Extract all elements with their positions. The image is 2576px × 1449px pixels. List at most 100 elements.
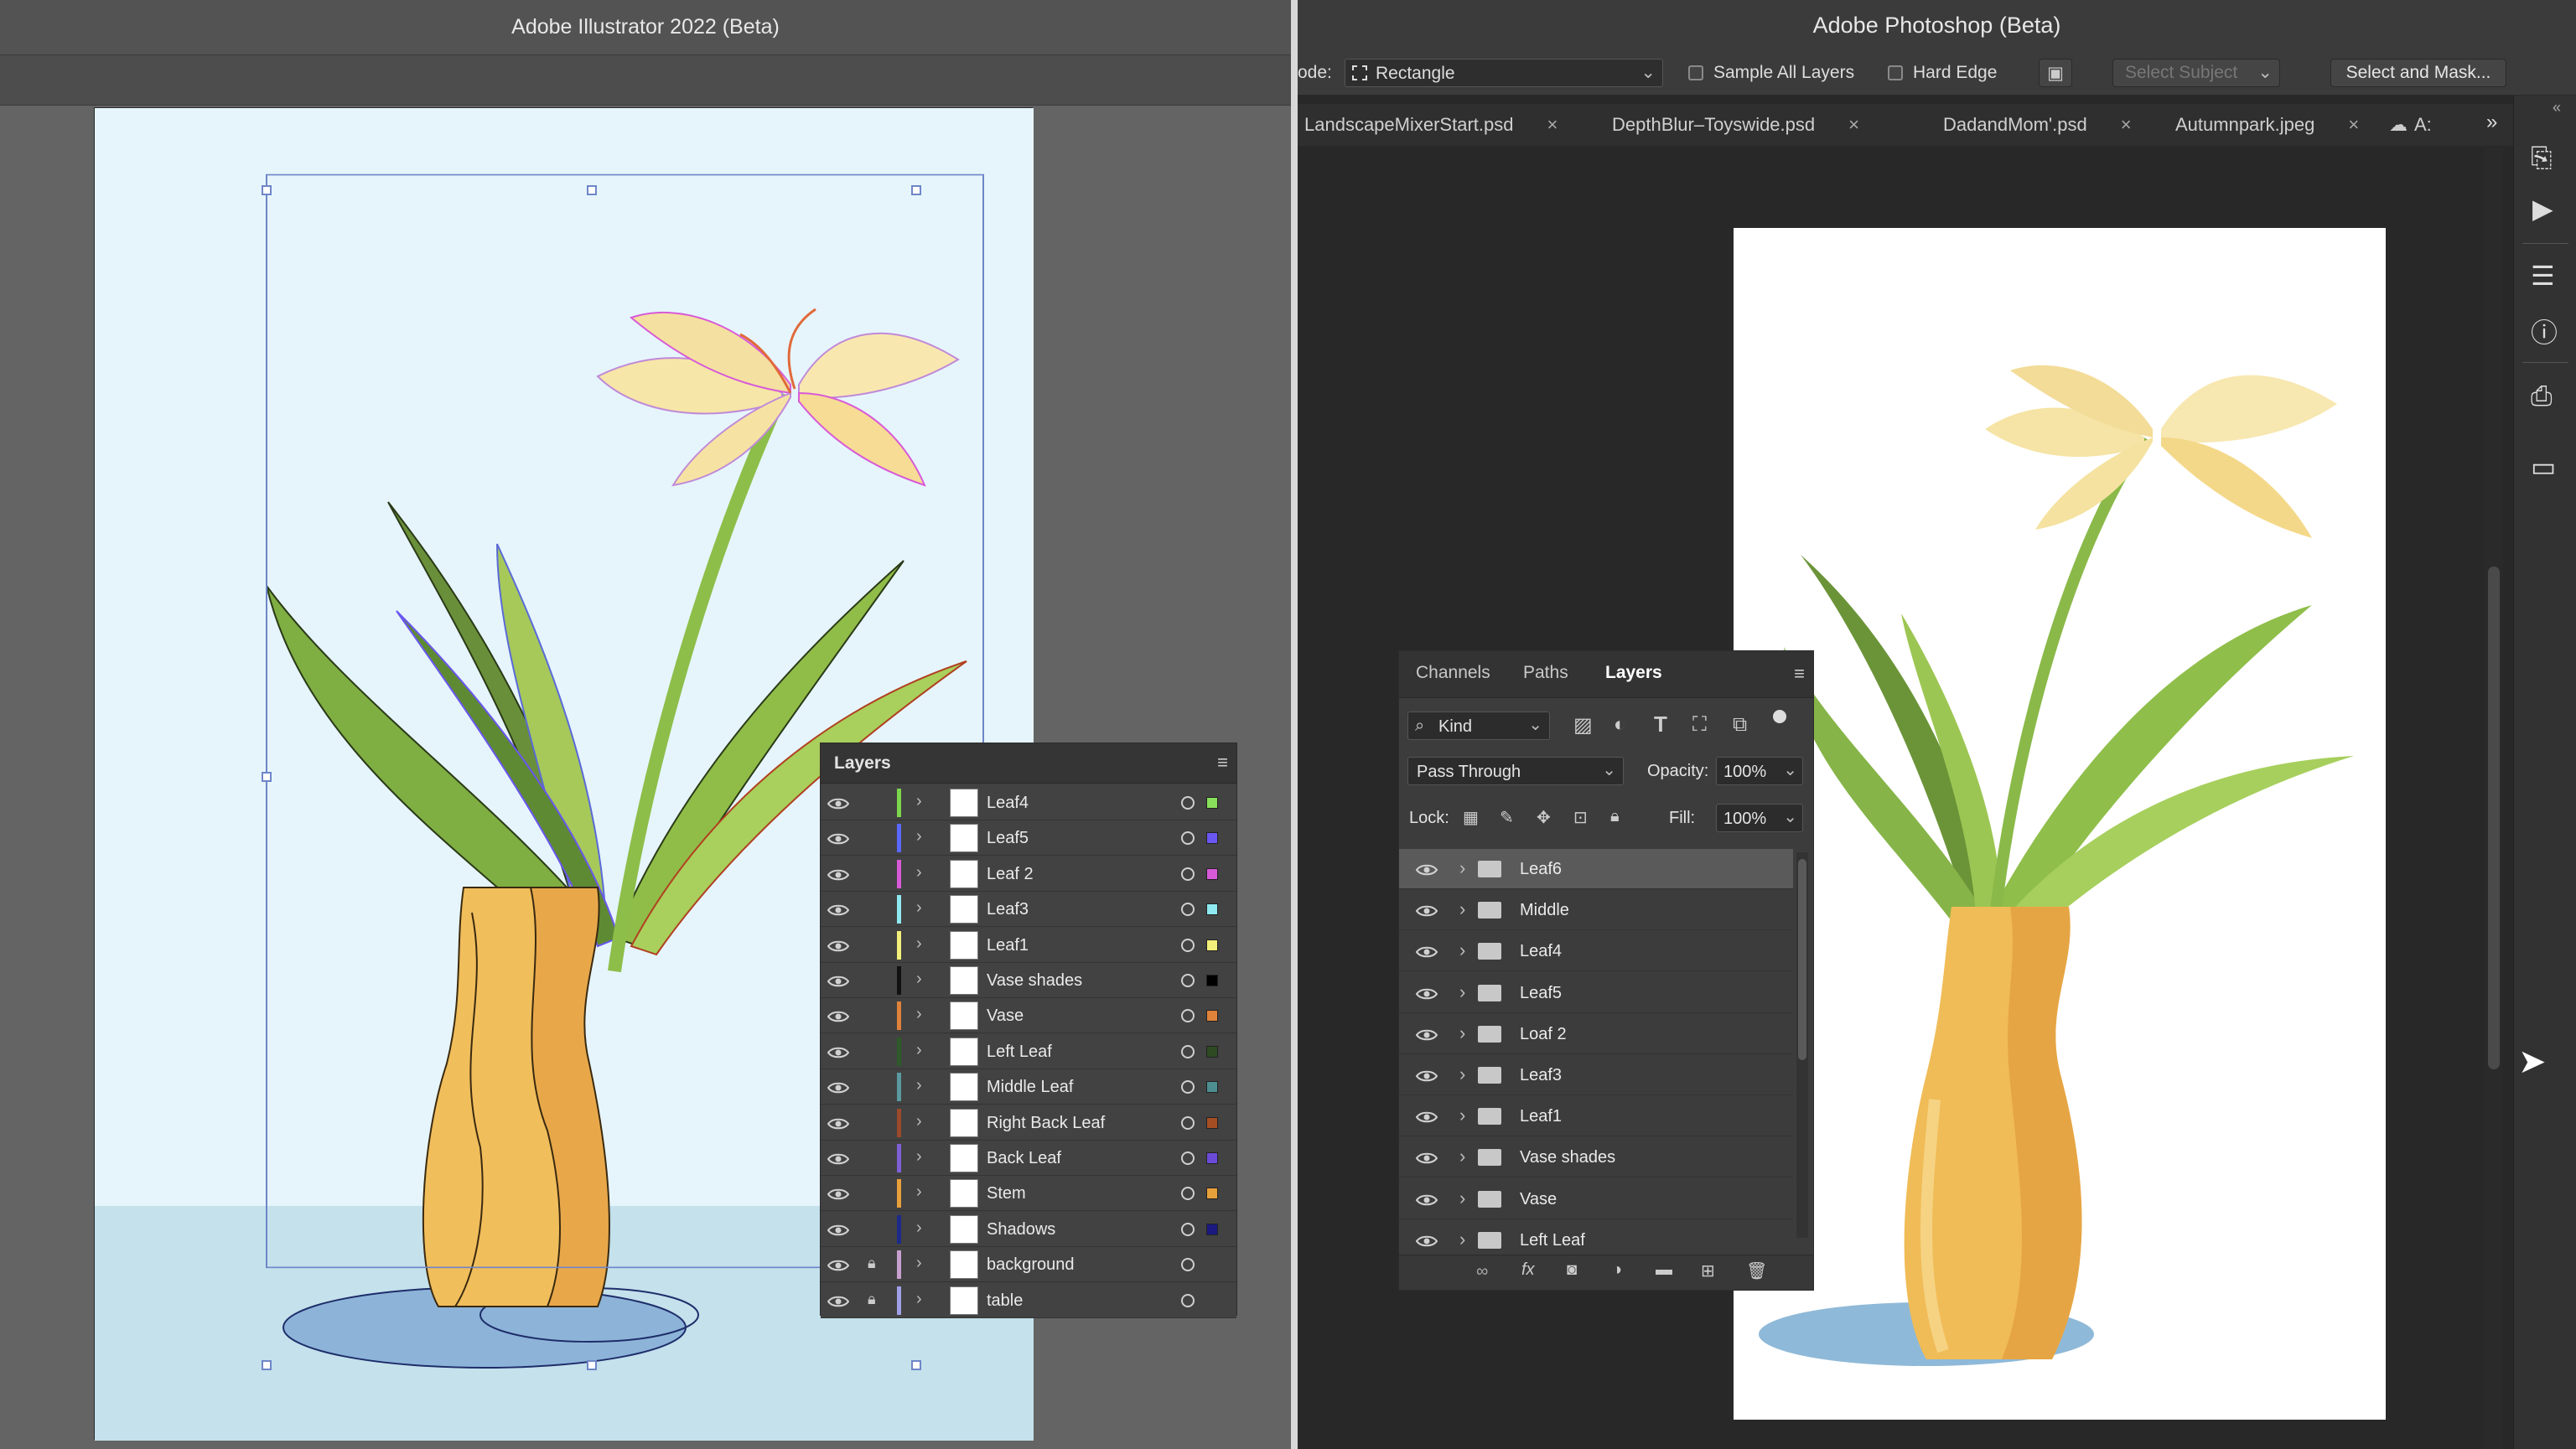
ai-layer-row[interactable]: › Right Back Leaf <box>821 1105 1236 1141</box>
expand-chevron-icon[interactable]: › <box>1459 1229 1465 1250</box>
filter-pixel-icon[interactable]: ▨ <box>1573 713 1593 737</box>
document-tab[interactable]: DepthBlur–Toyswide.psd × <box>1612 104 1859 146</box>
visibility-eye-icon[interactable] <box>827 1009 850 1028</box>
filter-shape-icon[interactable]: ⛶ <box>1692 713 1707 737</box>
visibility-eye-icon[interactable] <box>1415 862 1438 882</box>
ai-layer-row[interactable]: › Leaf4 <box>821 785 1236 820</box>
filter-toggle-icon[interactable] <box>1773 710 1786 723</box>
visibility-eye-icon[interactable] <box>827 974 850 993</box>
scrollbar-thumb[interactable] <box>2488 567 2500 1069</box>
expand-chevron-icon[interactable]: › <box>1459 1063 1465 1085</box>
target-circle-icon[interactable] <box>1181 867 1195 881</box>
document-tab[interactable]: LandscapeMixerStart.psd × <box>1304 104 1558 146</box>
target-circle-icon[interactable] <box>1181 903 1195 917</box>
expand-chevron-icon[interactable]: › <box>916 827 922 846</box>
visibility-eye-icon[interactable] <box>827 1116 850 1136</box>
ps-layer-row[interactable]: › Vase shades <box>1399 1137 1793 1178</box>
target-circle-icon[interactable] <box>1181 796 1195 810</box>
ps-layer-row[interactable]: › Leaf6 <box>1399 849 1793 889</box>
target-circle-icon[interactable] <box>1181 831 1195 846</box>
lock-position-icon[interactable]: ✥ <box>1537 807 1551 828</box>
visibility-eye-icon[interactable] <box>827 867 850 887</box>
visibility-eye-icon[interactable] <box>827 1294 850 1313</box>
visibility-eye-icon[interactable] <box>1415 1193 1438 1212</box>
expand-chevron-icon[interactable]: › <box>1459 1188 1465 1209</box>
clone-source-icon[interactable]: ⎙ <box>2531 380 2553 412</box>
visibility-eye-icon[interactable] <box>827 903 850 922</box>
ps-layer-row[interactable]: › Leaf5 <box>1399 972 1793 1013</box>
ai-layer-row[interactable]: › Left Leaf <box>821 1033 1236 1069</box>
document-tab[interactable]: Autumnpark.jpeg × <box>2175 104 2359 146</box>
fill-field[interactable]: 100% ⌄ <box>1716 804 1803 832</box>
target-circle-icon[interactable] <box>1181 1258 1195 1272</box>
ps-layer-row[interactable]: › Leaf1 <box>1399 1096 1793 1137</box>
ps-layer-row[interactable]: › Leaf3 <box>1399 1055 1793 1095</box>
target-circle-icon[interactable] <box>1181 1151 1195 1165</box>
visibility-eye-icon[interactable] <box>1415 1151 1438 1170</box>
expand-chevron-icon[interactable]: › <box>916 1112 922 1131</box>
close-icon[interactable]: × <box>1547 114 1558 136</box>
visibility-eye-icon[interactable] <box>1415 1234 1438 1253</box>
visibility-eye-icon[interactable] <box>1415 1027 1438 1047</box>
target-circle-icon[interactable] <box>1181 1080 1195 1095</box>
target-circle-icon[interactable] <box>1181 974 1195 987</box>
expand-chevron-icon[interactable]: › <box>916 1076 922 1095</box>
collapse-panel-icon[interactable]: « <box>2553 99 2561 116</box>
visibility-eye-icon[interactable] <box>1415 986 1438 1006</box>
target-circle-icon[interactable] <box>1181 1222 1195 1236</box>
lock-transparent-icon[interactable]: ▦ <box>1463 807 1479 828</box>
expand-chevron-icon[interactable]: › <box>916 934 922 954</box>
ai-layer-row[interactable]: 🔒︎ › table <box>821 1282 1236 1318</box>
target-circle-icon[interactable] <box>1181 1009 1195 1023</box>
expand-chevron-icon[interactable]: › <box>916 1041 922 1060</box>
ai-layer-row[interactable]: › Leaf5 <box>821 820 1236 856</box>
filter-type-icon[interactable]: T <box>1654 712 1667 737</box>
ai-layer-row[interactable]: › Middle Leaf <box>821 1069 1236 1105</box>
document-tab[interactable]: DadandMom'.psd × <box>1943 104 2132 146</box>
target-circle-icon[interactable] <box>1181 1044 1195 1058</box>
fx-icon[interactable]: fx <box>1521 1260 1535 1280</box>
expand-chevron-icon[interactable]: › <box>916 1290 922 1309</box>
blend-mode-select[interactable]: Pass Through ⌄ <box>1407 757 1624 785</box>
vertical-scrollbar[interactable] <box>2485 147 2503 1449</box>
target-circle-icon[interactable] <box>1181 1187 1195 1201</box>
expand-chevron-icon[interactable]: › <box>916 1147 922 1167</box>
ai-layer-row[interactable]: › Vase shades <box>821 963 1236 998</box>
expand-chevron-icon[interactable]: › <box>916 792 922 811</box>
visibility-eye-icon[interactable] <box>1415 1110 1438 1129</box>
visibility-eye-icon[interactable] <box>1415 903 1438 923</box>
expand-chevron-icon[interactable]: › <box>1459 1022 1465 1044</box>
ps-layer-row[interactable]: › Leaf4 <box>1399 931 1793 972</box>
panel-tab-layers[interactable]: Layers <box>1605 663 1662 683</box>
visibility-eye-icon[interactable] <box>827 831 850 851</box>
add-mask-icon[interactable]: ◙ <box>1567 1260 1577 1280</box>
visibility-eye-icon[interactable] <box>827 1151 850 1171</box>
ai-layer-row[interactable]: › Leaf1 <box>821 927 1236 963</box>
lock-all-icon[interactable]: 🔒︎ <box>1610 807 1620 826</box>
ai-layer-row[interactable]: › Back Leaf <box>821 1141 1236 1176</box>
hard-edge-checkbox[interactable] <box>1888 65 1903 80</box>
target-circle-icon[interactable] <box>1181 1115 1195 1130</box>
visibility-eye-icon[interactable] <box>1415 1069 1438 1088</box>
info-icon[interactable]: ⓘ <box>2531 312 2558 350</box>
filter-smart-object-icon[interactable]: ⧉ <box>1733 713 1747 737</box>
adjustment-layer-icon[interactable]: ◑ <box>1612 1260 1622 1280</box>
document-tab[interactable]: ☁ A: <box>2389 104 2432 146</box>
visibility-eye-icon[interactable] <box>827 939 850 958</box>
panel-menu-icon[interactable]: ≡ <box>1217 752 1228 774</box>
link-layers-icon[interactable]: ∞ <box>1476 1262 1488 1281</box>
opacity-field[interactable]: 100% ⌄ <box>1716 757 1803 785</box>
select-subject-icon-button[interactable]: ▣ <box>2039 59 2072 87</box>
expand-chevron-icon[interactable]: › <box>1459 898 1465 920</box>
ai-layer-row[interactable]: › Vase <box>821 998 1236 1034</box>
expand-chevron-icon[interactable]: › <box>916 898 922 918</box>
expand-chevron-icon[interactable]: › <box>1459 857 1465 879</box>
expand-chevron-icon[interactable]: › <box>1459 1105 1465 1126</box>
ps-layer-row[interactable]: › Loaf 2 <box>1399 1013 1793 1054</box>
ai-layer-row[interactable]: › Shadows <box>821 1211 1236 1247</box>
lock-artboard-icon[interactable]: ⊡ <box>1573 807 1588 828</box>
close-icon[interactable]: × <box>1848 114 1859 136</box>
delete-layer-icon[interactable]: 🗑︎ <box>1746 1260 1767 1281</box>
expand-chevron-icon[interactable]: › <box>916 970 922 989</box>
expand-chevron-icon[interactable]: › <box>1459 1146 1465 1167</box>
